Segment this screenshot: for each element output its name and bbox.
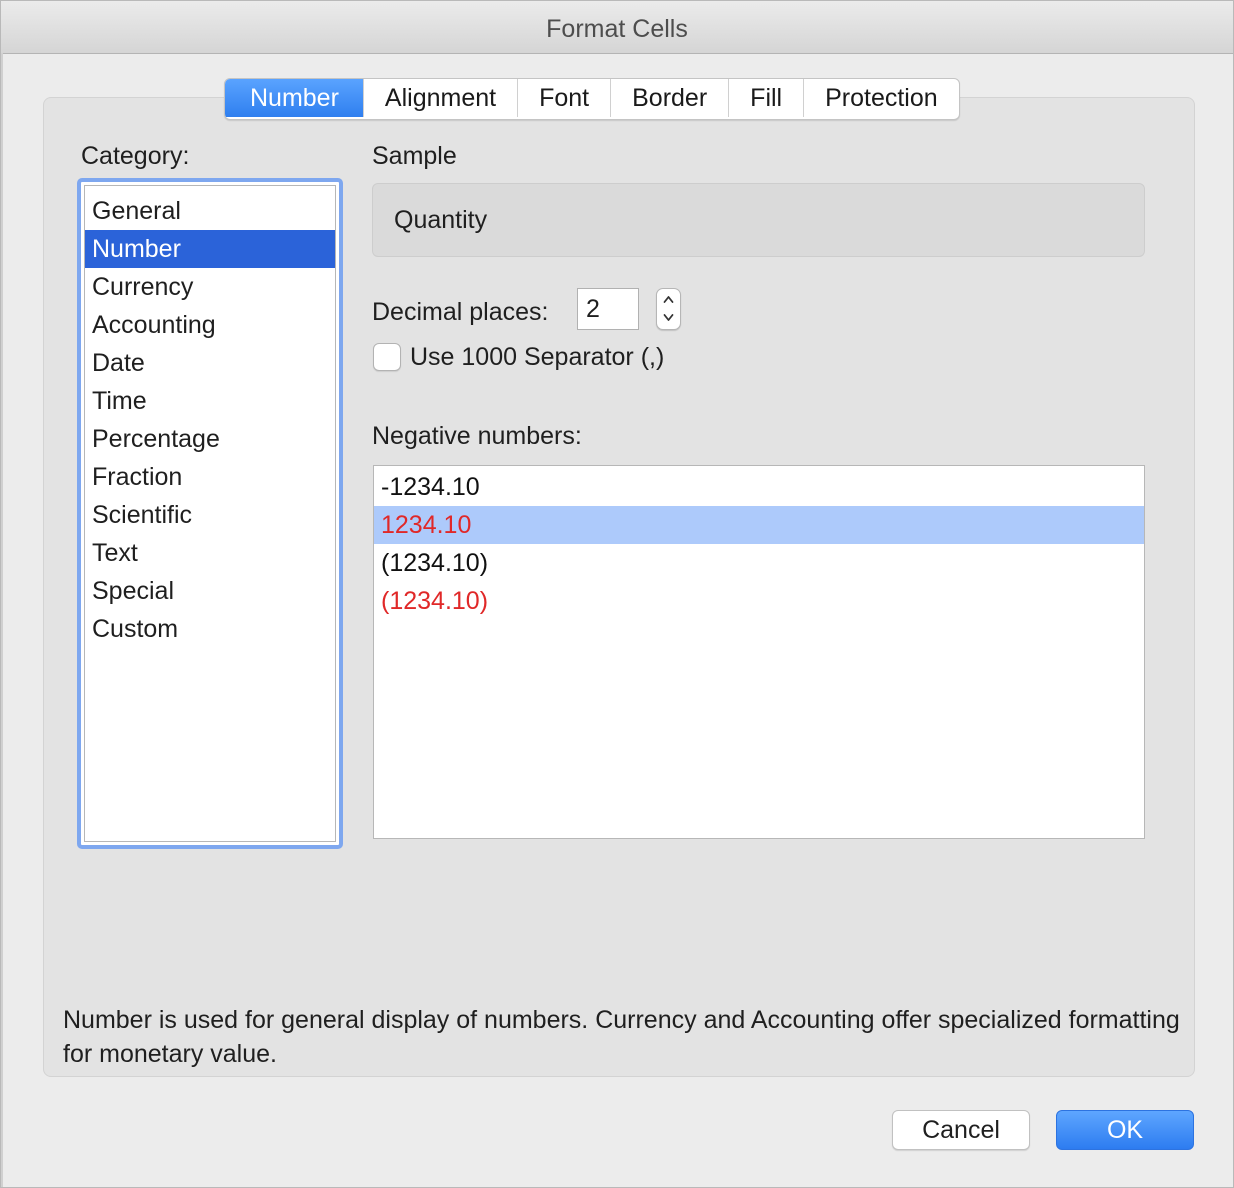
cancel-button[interactable]: Cancel (892, 1110, 1030, 1150)
decimal-places-input[interactable]: 2 (577, 288, 639, 330)
negative-format-option[interactable]: (1234.10) (374, 582, 1144, 620)
format-cells-dialog: Format Cells Number Alignment Font Borde… (0, 0, 1234, 1188)
tab-border[interactable]: Border (611, 79, 730, 117)
category-item-fraction[interactable]: Fraction (85, 458, 335, 496)
stepper-down-arrow-icon[interactable] (657, 309, 680, 329)
category-item-number[interactable]: Number (85, 230, 335, 268)
tab-alignment[interactable]: Alignment (364, 79, 519, 117)
negative-numbers-list[interactable]: -1234.10 1234.10 (1234.10) (1234.10) (373, 465, 1145, 839)
tab-bar: Number Alignment Font Border Fill Protec… (224, 78, 960, 120)
category-label: Category: (81, 142, 190, 170)
category-item-accounting[interactable]: Accounting (85, 306, 335, 344)
category-list-focus-ring: General Number Currency Accounting Date … (77, 178, 343, 849)
negative-format-option[interactable]: (1234.10) (374, 544, 1144, 582)
window-title: Format Cells (546, 15, 688, 43)
negative-format-option[interactable]: -1234.10 (374, 468, 1144, 506)
category-item-percentage[interactable]: Percentage (85, 420, 335, 458)
window-edge (1, 53, 3, 1187)
sample-label: Sample (372, 142, 457, 170)
decimal-places-stepper[interactable] (656, 288, 681, 330)
category-description: Number is used for general display of nu… (63, 1006, 1180, 1068)
tab-number[interactable]: Number (225, 79, 364, 117)
separator-label[interactable]: Use 1000 Separator (,) (410, 343, 664, 372)
decimal-places-label: Decimal places: (372, 298, 549, 326)
negative-numbers-label: Negative numbers: (372, 422, 582, 450)
category-item-general[interactable]: General (85, 192, 335, 230)
sample-preview: Quantity (372, 183, 1145, 257)
category-item-scientific[interactable]: Scientific (85, 496, 335, 534)
sample-value: Quantity (394, 206, 488, 234)
tab-font[interactable]: Font (518, 79, 612, 117)
stepper-up-arrow-icon[interactable] (657, 289, 680, 309)
separator-checkbox[interactable] (373, 343, 401, 371)
negative-format-option-selected[interactable]: 1234.10 (374, 506, 1144, 544)
title-bar: Format Cells (1, 1, 1233, 54)
ok-button[interactable]: OK (1056, 1110, 1194, 1150)
category-item-time[interactable]: Time (85, 382, 335, 420)
category-item-date[interactable]: Date (85, 344, 335, 382)
category-item-custom[interactable]: Custom (85, 610, 335, 648)
tab-protection[interactable]: Protection (804, 79, 959, 117)
category-item-currency[interactable]: Currency (85, 268, 335, 306)
category-list[interactable]: General Number Currency Accounting Date … (84, 185, 336, 842)
tab-fill[interactable]: Fill (729, 79, 805, 117)
category-item-text[interactable]: Text (85, 534, 335, 572)
category-item-special[interactable]: Special (85, 572, 335, 610)
